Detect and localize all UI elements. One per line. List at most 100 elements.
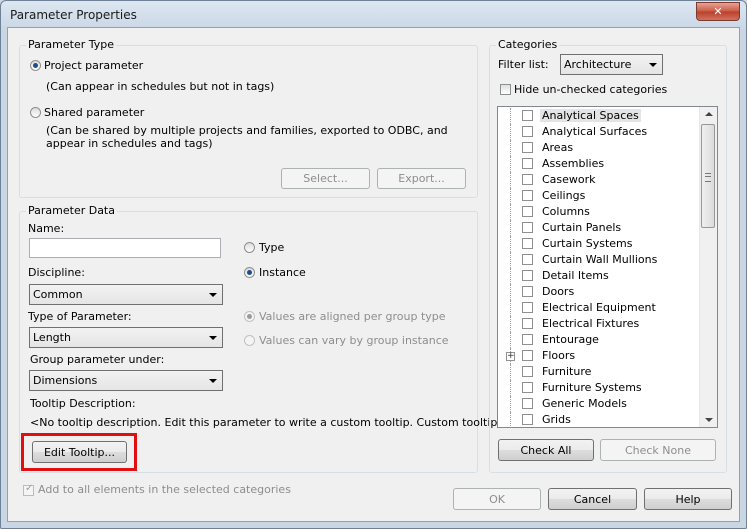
category-checkbox[interactable] [522,174,533,185]
category-checkbox[interactable] [522,366,533,377]
list-item[interactable]: Curtain Panels [498,220,701,236]
shared-parameter-radio[interactable] [30,107,41,118]
category-checkbox[interactable] [522,238,533,249]
category-checkbox[interactable] [522,334,533,345]
list-item[interactable]: Electrical Equipment [498,300,701,316]
category-checkbox[interactable] [522,286,533,297]
chevron-down-icon [209,293,217,297]
type-of-parameter-select[interactable]: Length [29,327,223,348]
parameter-data-label: Parameter Data [26,204,117,217]
values-vary-radio[interactable] [244,335,255,346]
category-checkbox[interactable] [522,126,533,137]
help-button[interactable]: Help [644,488,732,510]
scroll-thumb[interactable] [701,124,715,228]
list-item[interactable]: Curtain Wall Mullions [498,252,701,268]
list-item[interactable]: Entourage [498,332,701,348]
tree-line [510,300,511,316]
shared-parameter-desc-2: appear in schedules and tags) [46,137,213,150]
close-icon: ✕ [713,5,723,18]
hide-unchecked-checkbox[interactable] [500,84,511,95]
tree-line [510,124,511,140]
list-item[interactable]: Curtain Systems [498,236,701,252]
category-checkbox[interactable] [522,382,533,393]
list-item[interactable]: Analytical Surfaces [498,124,701,140]
list-item[interactable]: Ceilings [498,188,701,204]
tree-line [510,108,511,124]
cancel-button[interactable]: Cancel [548,488,637,510]
list-item[interactable]: Assemblies [498,156,701,172]
category-checkbox[interactable] [522,190,533,201]
category-checkbox[interactable] [522,142,533,153]
category-checkbox[interactable] [522,270,533,281]
category-checkbox[interactable] [522,414,533,425]
name-input[interactable] [29,238,221,258]
tree-line [510,172,511,188]
tooltip-description-text: <No tooltip description. Edit this param… [30,416,537,429]
tree-line [510,220,511,236]
check-all-button[interactable]: Check All [498,439,594,461]
category-checkbox[interactable] [522,302,533,313]
chevron-down-icon [209,336,217,340]
check-none-button[interactable]: Check None [600,439,716,461]
project-parameter-label: Project parameter [44,59,144,72]
tree-line [510,204,511,220]
list-item[interactable]: Electrical Fixtures [498,316,701,332]
list-item[interactable]: Doors [498,284,701,300]
chevron-down-icon [209,379,217,383]
chevron-down-icon [649,63,657,67]
category-checkbox[interactable] [522,318,533,329]
group-parameter-select[interactable]: Dimensions [29,370,223,391]
filter-list-select[interactable]: Architecture [560,54,663,75]
category-checkbox[interactable] [522,158,533,169]
category-label: Grids [542,413,571,426]
select-button[interactable]: Select... [281,168,370,189]
list-item[interactable]: Generic Models [498,396,701,412]
discipline-select[interactable]: Common [29,284,223,305]
category-label: Analytical Spaces [540,109,641,122]
scroll-up-icon[interactable] [705,112,713,116]
category-checkbox[interactable] [522,350,533,361]
categories-scrollbar[interactable] [699,107,717,427]
expand-icon[interactable]: + [506,352,515,361]
category-checkbox[interactable] [522,254,533,265]
category-label: Areas [542,141,574,154]
instance-radio[interactable] [244,267,255,278]
parameter-type-label: Parameter Type [26,38,116,51]
list-item[interactable]: Grids [498,412,701,427]
close-button[interactable]: ✕ [696,2,740,21]
category-checkbox[interactable] [522,222,533,233]
values-aligned-radio[interactable] [244,311,255,322]
filter-list-label: Filter list: [498,58,549,71]
category-checkbox[interactable] [522,110,533,121]
scroll-down-icon[interactable] [705,418,713,422]
category-label: Electrical Equipment [542,301,656,314]
tree-line [510,380,511,396]
list-item[interactable]: Furniture Systems [498,380,701,396]
ok-button[interactable]: OK [453,488,541,510]
list-item[interactable]: Casework [498,172,701,188]
export-button[interactable]: Export... [377,168,466,189]
project-parameter-radio[interactable] [30,60,41,71]
category-label: Electrical Fixtures [542,317,640,330]
tree-line [510,412,511,427]
categories-list[interactable]: Analytical Spaces Analytical Surfaces Area… [497,106,718,428]
category-checkbox[interactable] [522,206,533,217]
category-label: Curtain Wall Mullions [542,253,658,266]
tree-line [510,188,511,204]
list-item[interactable]: Areas [498,140,701,156]
discipline-label: Discipline: [28,266,85,279]
window-title: Parameter Properties [10,8,137,22]
add-to-all-checkbox[interactable] [23,483,34,496]
category-label: Floors [542,349,576,362]
shared-parameter-desc-1: (Can be shared by multiple projects and … [46,124,448,137]
type-radio[interactable] [244,242,255,253]
category-checkbox[interactable] [522,398,533,409]
list-item[interactable]: Furniture [498,364,701,380]
title-bar: Parameter Properties ✕ [1,1,746,29]
category-label: Detail Items [542,269,609,282]
filter-list-value: Architecture [564,58,632,71]
list-item[interactable]: + Floors [498,348,701,364]
list-item[interactable]: Detail Items [498,268,701,284]
list-item[interactable]: Columns [498,204,701,220]
list-item[interactable]: Analytical Spaces [498,108,701,124]
